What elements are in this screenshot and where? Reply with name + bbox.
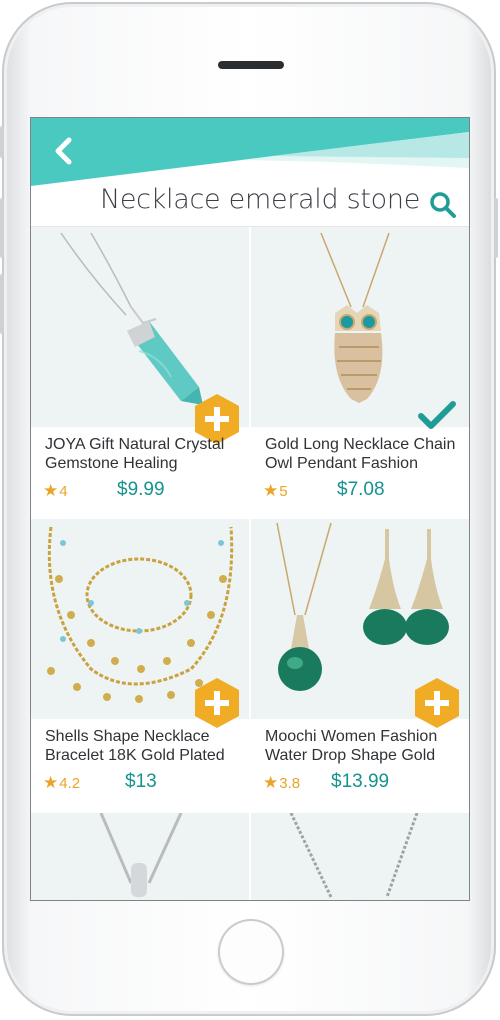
checkmark-icon [418, 401, 456, 429]
silent-switch [0, 126, 4, 158]
page-title: Necklace emerald stone [99, 184, 421, 215]
rating-value: 4 [59, 483, 68, 500]
volume-down-button [0, 274, 4, 334]
product-rating: ★5 [263, 481, 288, 501]
rating-value: 4.2 [59, 775, 81, 792]
add-to-list-button[interactable] [413, 676, 461, 730]
chevron-left-icon [55, 137, 72, 165]
product-card[interactable]: Gold Long Necklace Chain Owl Pendant Fas… [251, 227, 469, 517]
app-screen: Necklace emerald stone JOYA Gift Natural… [30, 117, 470, 901]
product-card[interactable]: Moochi Women Fashion Water Drop Shape Go… [251, 519, 469, 809]
product-card[interactable]: Shells Shape Necklace Bracelet 18K Gold … [31, 519, 249, 809]
product-rating: ★4.2 [43, 773, 80, 793]
back-button[interactable] [49, 134, 79, 168]
search-button[interactable] [429, 191, 457, 219]
add-to-list-button[interactable] [193, 676, 241, 730]
product-rating: ★3.8 [263, 773, 300, 793]
star-icon: ★ [43, 481, 59, 500]
star-icon: ★ [263, 773, 279, 792]
plus-icon [195, 678, 239, 728]
rating-value: 5 [279, 483, 288, 500]
home-button[interactable] [218, 919, 284, 985]
product-name: Gold Long Necklace Chain Owl Pendant Fas… [265, 436, 456, 472]
product-name: Shells Shape Necklace Bracelet 18K Gold … [45, 728, 225, 764]
product-name: JOYA Gift Natural Crystal Gemstone Heali… [45, 436, 225, 472]
product-price: $13 [125, 771, 157, 792]
product-price: $9.99 [117, 479, 165, 500]
star-icon: ★ [43, 773, 59, 792]
volume-up-button [0, 198, 4, 258]
star-icon: ★ [263, 481, 279, 500]
product-name: Moochi Women Fashion Water Drop Shape Go… [265, 728, 438, 764]
product-price: $7.08 [337, 479, 385, 500]
product-price: $13.99 [331, 771, 390, 792]
power-button [494, 198, 498, 258]
header: Necklace emerald stone [31, 118, 469, 227]
rating-value: 3.8 [279, 775, 301, 792]
added-check-button[interactable] [417, 399, 457, 433]
product-image-partial[interactable] [251, 812, 469, 900]
product-image-partial[interactable] [31, 812, 249, 900]
product-rating: ★4 [43, 481, 68, 501]
search-icon [430, 192, 456, 218]
plus-icon [415, 678, 459, 728]
product-card[interactable]: JOYA Gift Natural Crystal Gemstone Heali… [31, 227, 249, 517]
product-image [251, 227, 469, 427]
earpiece-speaker [218, 61, 284, 69]
